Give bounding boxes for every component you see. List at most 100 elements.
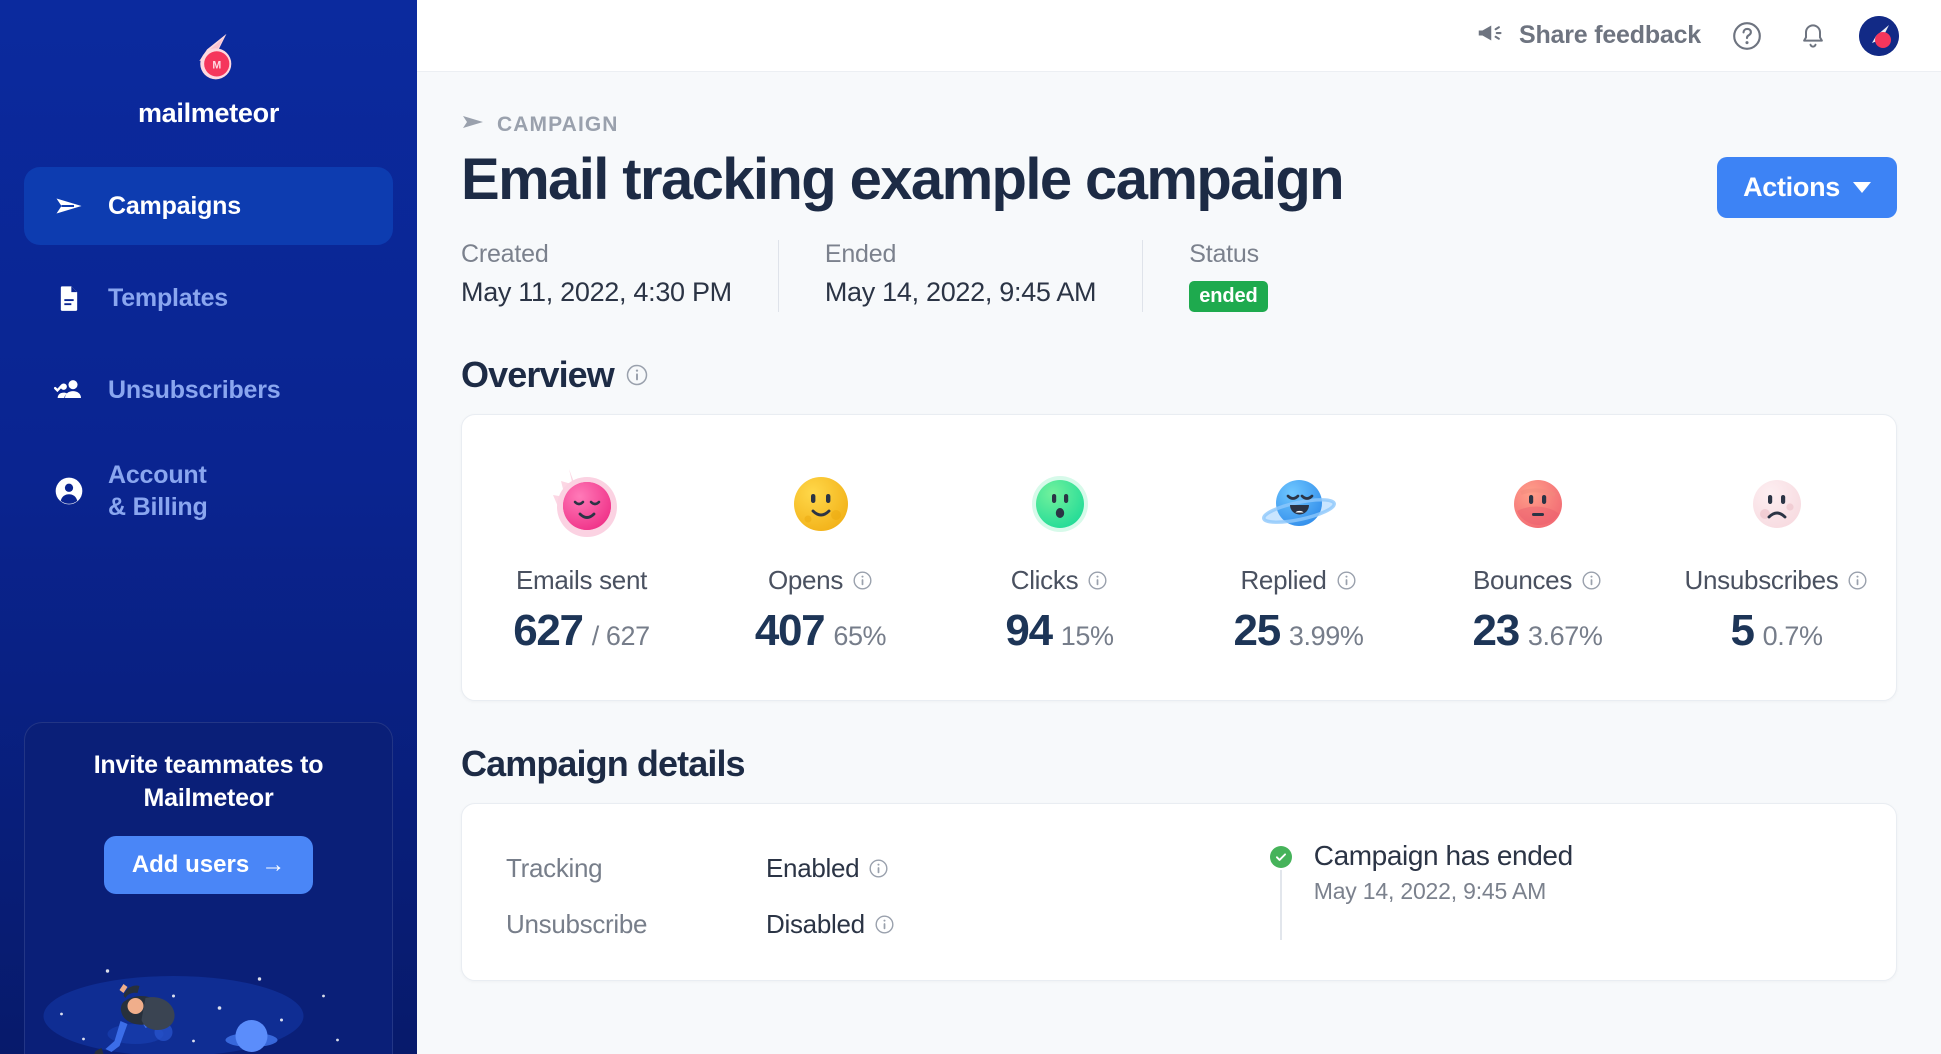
sidebar-item-label: Campaigns: [108, 191, 241, 220]
info-icon[interactable]: [852, 570, 873, 591]
sidebar-item-templates[interactable]: Templates: [24, 259, 393, 337]
stat-main-value: 5: [1730, 606, 1754, 655]
sidebar: M mailmeteor Campaigns Templates Unsubsc…: [0, 0, 417, 1054]
sidebar-item-label-line2: & Billing: [108, 493, 208, 521]
page-section-title: Overview: [461, 354, 615, 395]
document-icon: [52, 284, 86, 312]
status-badge: ended: [1189, 281, 1268, 312]
actions-button[interactable]: Actions: [1717, 157, 1897, 218]
detail-value: Enabled: [766, 853, 889, 884]
details-heading-row: Campaign details: [461, 743, 1897, 785]
users-check-icon: [52, 374, 86, 406]
stat-replied: Replied 25 3.99%: [1179, 461, 1418, 656]
info-icon[interactable]: [874, 914, 895, 935]
arrow-right-icon: →: [261, 851, 286, 878]
bell-icon[interactable]: [1793, 16, 1833, 56]
share-feedback-button[interactable]: Share feedback: [1475, 18, 1701, 53]
sidebar-item-account-billing[interactable]: Account & Billing: [24, 443, 393, 539]
detail-value-text: Disabled: [766, 908, 865, 939]
info-icon[interactable]: [625, 363, 649, 387]
stat-label: Opens: [701, 565, 940, 596]
stat-main-value: 94: [1005, 606, 1053, 655]
timeline-connector: [1279, 870, 1282, 940]
info-icon[interactable]: [1336, 570, 1357, 591]
sidebar-nav: Campaigns Templates Unsubscribers Accoun…: [0, 167, 417, 553]
overview-card: Emails sent 627 / 627 Opens 407 65% Clic…: [461, 414, 1897, 701]
help-circle-icon[interactable]: [1727, 16, 1767, 56]
stat-label: Bounces: [1418, 565, 1657, 596]
sidebar-item-campaigns[interactable]: Campaigns: [24, 167, 393, 245]
timeline-date: May 14, 2022, 9:45 AM: [1313, 878, 1547, 904]
stat-values: 25 3.99%: [1179, 606, 1418, 656]
detail-key: Unsubscribe: [506, 908, 648, 939]
svg-text:M: M: [212, 60, 221, 72]
stat-values: 627 / 627: [462, 606, 701, 656]
blue-ringed-planet-face-icon: [1256, 461, 1342, 547]
megaphone-icon: [1475, 18, 1505, 53]
sidebar-item-unsubscribers[interactable]: Unsubscribers: [24, 351, 393, 429]
details-key-values: Tracking Enabled Unsubscribe Disabled: [506, 840, 1260, 952]
pink-meteor-face-icon: [539, 461, 625, 547]
stat-label-text: Opens: [767, 565, 844, 595]
timeline-dot: [1269, 840, 1292, 940]
campaign-timeline: Campaign has ended May 14, 2022, 9:45 AM: [1260, 840, 1852, 952]
stat-clicks: Clicks 94 15%: [940, 461, 1179, 656]
meta-label: Status: [1189, 240, 1259, 268]
stat-sub-value: / 627: [591, 621, 650, 651]
app-root: M mailmeteor Campaigns Templates Unsubsc…: [0, 0, 1941, 1054]
stat-opens: Opens 407 65%: [701, 461, 940, 656]
meta-label: Created: [461, 240, 549, 268]
invite-teammates-card: Invite teammates to Mailmeteor Add users…: [24, 722, 393, 1054]
stat-label-text: Emails sent: [515, 565, 648, 595]
info-icon[interactable]: [1581, 570, 1602, 591]
stat-label: Replied: [1179, 565, 1418, 596]
page-title: Email tracking example campaign: [461, 147, 1345, 212]
page-section-title: Campaign details: [461, 743, 746, 784]
stat-values: 407 65%: [701, 606, 940, 656]
stat-label: Unsubscribes: [1657, 565, 1896, 596]
brand[interactable]: M mailmeteor: [138, 28, 279, 129]
main-panel: Share feedback CAMPAIGN Email tracking e…: [417, 0, 1941, 1054]
pale-pink-sad-moon-icon: [1734, 461, 1820, 547]
actions-label: Actions: [1743, 172, 1840, 202]
meta-status: Status ended: [1142, 240, 1313, 312]
timeline-text: Campaign has ended May 14, 2022, 9:45 AM: [1314, 840, 1573, 905]
stat-sub-value: 3.99%: [1288, 621, 1364, 651]
sidebar-item-label: Unsubscribers: [108, 375, 281, 404]
sidebar-item-label-line1: Account: [108, 461, 207, 489]
stat-values: 94 15%: [940, 606, 1179, 656]
detail-row-unsubscribe: Unsubscribe Disabled: [506, 896, 1260, 952]
stat-label-text: Unsubscribes: [1684, 565, 1839, 595]
details-body: Tracking Enabled Unsubscribe Disabled Ca…: [462, 804, 1896, 980]
yellow-moon-face-icon: [778, 461, 864, 547]
timeline-title: Campaign has ended: [1313, 840, 1573, 871]
info-icon[interactable]: [868, 858, 889, 879]
info-icon[interactable]: [1847, 570, 1868, 591]
stat-main-value: 407: [754, 606, 826, 655]
campaign-details-card: Tracking Enabled Unsubscribe Disabled Ca…: [461, 803, 1897, 981]
meta-ended: Ended May 14, 2022, 9:45 AM: [777, 240, 1142, 312]
user-avatar-meteor-icon[interactable]: [1859, 15, 1899, 56]
space-illustration: [25, 924, 392, 1054]
paper-plane-icon: [461, 110, 485, 139]
stat-values: 5 0.7%: [1657, 606, 1896, 656]
stat-label-text: Clicks: [1010, 565, 1079, 595]
stat-sub-value: 65%: [833, 621, 887, 651]
meta-value: May 14, 2022, 9:45 AM: [824, 277, 1097, 307]
stat-sub-value: 0.7%: [1762, 621, 1823, 651]
stat-sub-value: 15%: [1060, 621, 1114, 651]
meta-created: Created May 11, 2022, 4:30 PM: [461, 240, 778, 312]
campaign-meta: Created May 11, 2022, 4:30 PM Ended May …: [461, 240, 1897, 312]
green-planet-face-icon: [1017, 461, 1103, 547]
stat-main-value: 25: [1233, 606, 1282, 655]
red-planet-face-icon: [1495, 461, 1581, 547]
breadcrumb-label: CAMPAIGN: [497, 112, 619, 136]
sidebar-item-label: Templates: [108, 283, 229, 312]
add-users-button[interactable]: Add users →: [103, 836, 314, 894]
paper-plane-icon: [52, 191, 86, 221]
stat-main-value: 23: [1472, 606, 1521, 655]
stat-label: Clicks: [940, 565, 1179, 596]
breadcrumb[interactable]: CAMPAIGN: [461, 110, 1897, 139]
detail-value-text: Enabled: [766, 852, 860, 883]
info-icon[interactable]: [1087, 570, 1108, 591]
